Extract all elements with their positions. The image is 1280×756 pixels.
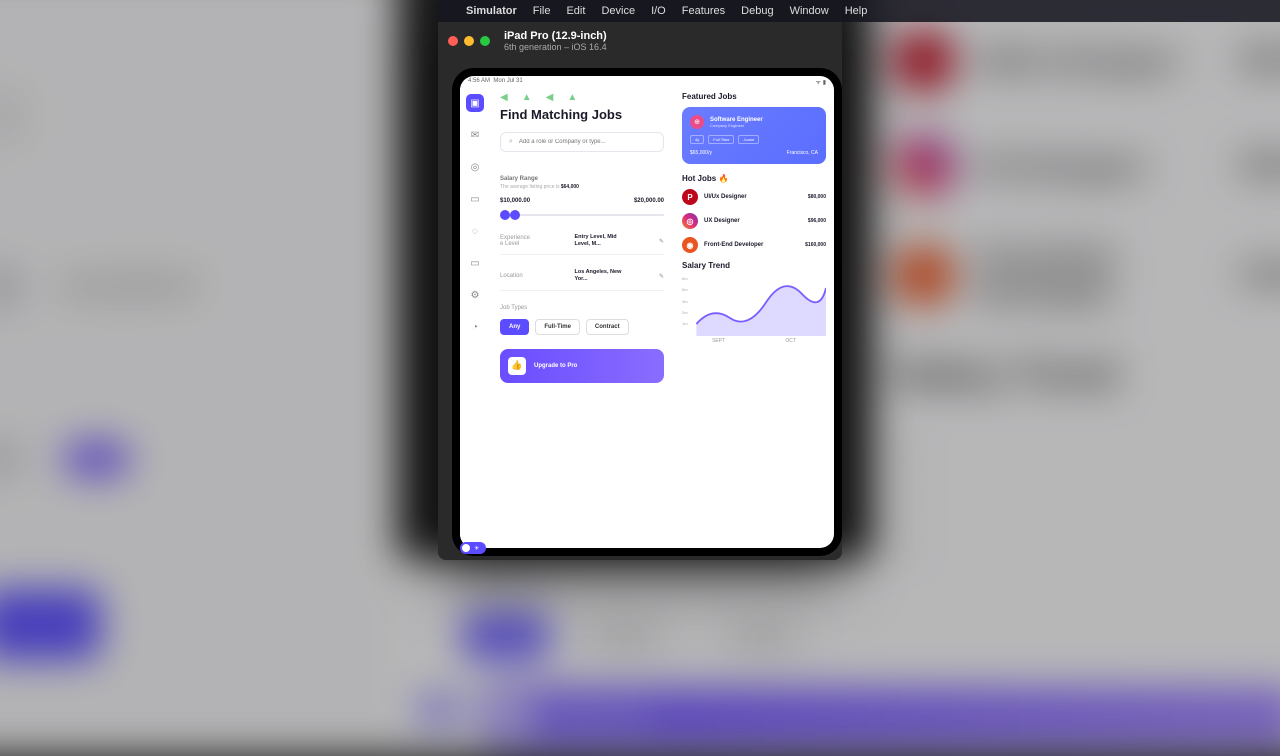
minimize-window-button[interactable] (464, 36, 474, 46)
right-column: Featured Jobs ⊕ Software Engineer Compan… (674, 88, 834, 548)
menu-io[interactable]: I/O (651, 5, 666, 17)
featured-tag: Junior (738, 135, 759, 144)
chart-x-labels: SEPTOCT (682, 338, 826, 344)
close-window-button[interactable] (448, 36, 458, 46)
menu-edit[interactable]: Edit (566, 5, 585, 17)
nav-target-icon[interactable]: ◎ (466, 158, 484, 176)
filter-label: Experience e Level (500, 235, 540, 247)
upgrade-card[interactable]: 👍 Upgrade to Pro (500, 349, 664, 383)
menu-help[interactable]: Help (845, 5, 868, 17)
salary-max: $20,000.00 (634, 198, 664, 204)
hot-job-salary: $96,000 (808, 218, 826, 224)
menu-file[interactable]: File (533, 5, 551, 17)
jobtype-pills: Any Full-Time Contract (500, 319, 664, 335)
arrow-icon[interactable]: ▲ (522, 92, 532, 103)
ipad-device-frame: 4:56 AM Mon Jul 31 ᯤ ▮ ▣ ✉ ◎ ▭ ◌ ▭ ⚙ ◔ ◀… (452, 68, 842, 556)
hot-jobs-heading: Hot Jobs 🔥 (682, 174, 826, 183)
edit-icon[interactable]: ✎ (659, 238, 664, 245)
ubuntu-icon: ◉ (682, 237, 698, 253)
filter-value: Entry Level, Mid Level, M... (574, 234, 624, 248)
featured-location: Francisco, CA (787, 150, 818, 156)
jobtypes-label: Job Types (500, 305, 664, 311)
menubar-app[interactable]: Simulator (466, 5, 517, 17)
nav-case-icon[interactable]: ▭ (466, 254, 484, 272)
featured-job-card[interactable]: ⊕ Software Engineer Company Engineer 4y … (682, 107, 826, 164)
salary-min: $10,000.00 (500, 198, 530, 204)
upgrade-icon: 👍 (508, 357, 526, 375)
window-subtitle: 6th generation – iOS 16.4 (504, 42, 607, 52)
hot-job-title: UI/Ux Designer (704, 194, 802, 200)
status-time: 4:56 AM Mon Jul 31 (468, 78, 523, 86)
main-column: ◀ ▲ ◀ ▲ Find Matching Jobs ⌕ Salary Rang… (490, 88, 674, 548)
nav-briefcase-icon[interactable]: ▣ (466, 94, 484, 112)
window-titlebar: iPad Pro (12.9-inch) 6th generation – iO… (438, 22, 842, 60)
menu-features[interactable]: Features (682, 5, 725, 17)
featured-tag: 4y (690, 135, 704, 144)
salary-subtitle: The average listing price is $64,000 (500, 184, 664, 190)
pill-fulltime[interactable]: Full-Time (535, 319, 580, 335)
search-icon: ⌕ (509, 138, 513, 146)
filter-value: Los Angeles, New Yor... (574, 269, 624, 283)
pill-contract[interactable]: Contract (586, 319, 629, 335)
instagram-icon: ◎ (682, 213, 698, 229)
sidebar: ▣ ✉ ◎ ▭ ◌ ▭ ⚙ ◔ (460, 88, 490, 548)
salary-range-label: Salary Range (500, 176, 664, 182)
arrow-icon[interactable]: ▲ (567, 92, 577, 103)
experience-filter[interactable]: Experience e Level Entry Level, Mid Leve… (500, 234, 664, 255)
ios-status-bar: 4:56 AM Mon Jul 31 ᯤ ▮ (460, 76, 834, 88)
macos-menubar: Simulator File Edit Device I/O Features … (438, 0, 1280, 22)
slider-thumb-max[interactable] (510, 210, 520, 220)
featured-heading: Featured Jobs (682, 92, 826, 101)
menu-window[interactable]: Window (790, 5, 829, 17)
upgrade-title: Upgrade to Pro (534, 363, 577, 369)
hot-job-salary: $80,000 (808, 194, 826, 200)
hot-job-row[interactable]: ◎ UX Designer $96,000 (682, 213, 826, 229)
slider-thumb-min[interactable] (500, 210, 510, 220)
traffic-lights (448, 36, 490, 46)
search-field[interactable]: ⌕ (500, 132, 664, 152)
status-icons: ᯤ ▮ (816, 78, 826, 86)
zoom-window-button[interactable] (480, 36, 490, 46)
nav-mail-icon[interactable]: ✉ (466, 126, 484, 144)
nav-clock-icon[interactable]: ◔ (466, 318, 484, 336)
salary-trend-heading: Salary Trend (682, 261, 826, 270)
salary-trend-chart: 6m5m3m2m1m (682, 276, 826, 336)
hot-job-salary: $160,000 (805, 242, 826, 248)
dribbble-icon: ⊕ (690, 115, 704, 129)
theme-toggle[interactable]: ☀ (460, 542, 486, 548)
hot-job-row[interactable]: ◉ Front-End Developer $160,000 (682, 237, 826, 253)
nav-drop-icon[interactable]: ◌ (466, 222, 484, 240)
nav-arrows: ◀ ▲ ◀ ▲ (500, 92, 664, 103)
search-input[interactable] (519, 139, 655, 145)
salary-slider[interactable] (500, 210, 664, 220)
filter-label: Location (500, 273, 540, 279)
menu-debug[interactable]: Debug (741, 5, 773, 17)
window-title: iPad Pro (12.9-inch) (504, 30, 607, 42)
featured-company: Company Engineer (710, 123, 763, 128)
hot-job-title: UX Designer (704, 218, 802, 224)
pinterest-icon: P (682, 189, 698, 205)
arrow-icon[interactable]: ◀ (500, 92, 508, 103)
location-filter[interactable]: Location Los Angeles, New Yor... ✎ (500, 269, 664, 290)
hot-job-row[interactable]: P UI/Ux Designer $80,000 (682, 189, 826, 205)
featured-tag: Full Time (708, 135, 734, 144)
arrow-icon[interactable]: ◀ (546, 92, 554, 103)
edit-icon[interactable]: ✎ (659, 273, 664, 280)
featured-salary: $65,000/y (690, 150, 712, 156)
hot-job-title: Front-End Developer (704, 242, 799, 248)
nav-settings-icon[interactable]: ⚙ (466, 286, 484, 304)
ipad-screen: 4:56 AM Mon Jul 31 ᯤ ▮ ▣ ✉ ◎ ▭ ◌ ▭ ⚙ ◔ ◀… (460, 76, 834, 548)
nav-folder-icon[interactable]: ▭ (466, 190, 484, 208)
page-title: Find Matching Jobs (500, 107, 664, 122)
menu-device[interactable]: Device (601, 5, 635, 17)
pill-any[interactable]: Any (500, 319, 529, 335)
